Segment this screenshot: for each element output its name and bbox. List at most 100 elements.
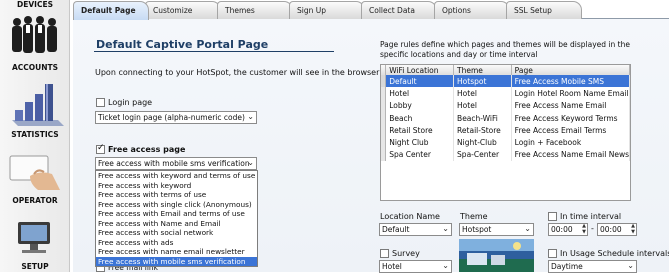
- table-row[interactable]: Lobby Hotel Free Access Name Email: [381, 99, 630, 112]
- dropdown-option[interactable]: Free access with keyword: [96, 181, 257, 191]
- table-row[interactable]: Hotel Hotel Login Hotel Room Name Email: [381, 87, 630, 100]
- dropdown-option-selected[interactable]: Free access with mobile sms verification: [96, 256, 257, 266]
- usage-schedule-select[interactable]: Daytime ⌄: [548, 260, 637, 273]
- dropdown-option[interactable]: Free access with social network: [96, 228, 257, 238]
- dropdown-option[interactable]: Free access with Name and Email: [96, 219, 257, 229]
- nav-operator-label: OPERATOR: [12, 196, 58, 205]
- column-header-location[interactable]: WiFi Location: [385, 65, 455, 75]
- nav-setup-label: SETUP: [21, 262, 49, 271]
- usage-schedule-label: In Usage Schedule intervals: [560, 249, 669, 258]
- free-access-select[interactable]: Free access with mobile sms verification…: [95, 157, 257, 170]
- location-name-select[interactable]: Default ⌄: [379, 223, 452, 236]
- table-row[interactable]: Default Hotspot Free Access Mobile SMS: [381, 75, 630, 88]
- cell-page: Free Access Name Email: [511, 99, 630, 112]
- cell-page: Login Hotel Room Name Email: [511, 87, 630, 100]
- page-rules-table[interactable]: WiFi Location Theme Page Default Hotspot…: [380, 64, 631, 201]
- survey-value: Hotel: [382, 262, 402, 271]
- dropdown-option[interactable]: Free access with name email newsletter: [96, 247, 257, 257]
- free-access-dropdown-list: Free access with keyword and terms of us…: [95, 170, 258, 267]
- free-access-checkbox-row[interactable]: Free access page: [96, 143, 186, 154]
- time-to-stepper[interactable]: 00:00 ▲ ▼: [597, 223, 637, 236]
- time-to-value: 00:00: [600, 225, 622, 234]
- table-row[interactable]: Spa Center Spa-Center Free Access Name E…: [381, 148, 630, 162]
- table-row[interactable]: Night Club Night-Club Login + Facebook: [381, 136, 630, 149]
- dropdown-option[interactable]: Free access with terms of use: [96, 190, 257, 200]
- nav-statistics-label: STATISTICS: [11, 130, 59, 139]
- cell-location: Beach: [385, 111, 455, 125]
- cell-page: Free Access Mobile SMS: [511, 75, 630, 88]
- chevron-down-icon: ⌄: [247, 158, 254, 167]
- time-interval-checkbox[interactable]: [548, 212, 557, 221]
- free-access-checkbox[interactable]: [96, 143, 105, 154]
- column-header-page[interactable]: Page: [511, 65, 630, 75]
- survey-select[interactable]: Hotel ⌄: [379, 260, 452, 273]
- survey-row[interactable]: Survey: [380, 249, 420, 258]
- nav-statistics[interactable]: STATISTICS: [0, 130, 70, 139]
- usage-schedule-value: Daytime: [551, 262, 583, 271]
- chevron-down-icon: ⌄: [627, 261, 634, 270]
- tab-label: Sign Up: [297, 6, 326, 15]
- cell-page: Login + Facebook: [511, 136, 630, 149]
- usage-schedule-row[interactable]: In Usage Schedule intervals: [548, 249, 669, 258]
- cell-location: Default: [385, 75, 455, 88]
- operator-card-icon: [0, 150, 70, 194]
- stepper-arrows-icon: ▲ ▼: [582, 223, 586, 235]
- chevron-down-icon: ⌄: [442, 261, 449, 270]
- cell-theme: Spa-Center: [453, 148, 512, 162]
- login-page-select[interactable]: Ticket login page (alpha-numeric code) ⌄: [95, 111, 257, 124]
- table-row[interactable]: Retail Store Retail-Store Free Access Em…: [381, 124, 630, 137]
- cell-location: Spa Center: [385, 148, 455, 162]
- dropdown-option[interactable]: Free access with single click (Anonymous…: [96, 200, 257, 210]
- nav-devices-label: DEVICES: [17, 0, 53, 9]
- cell-page: Free Access Name Email News: [511, 148, 630, 162]
- tab-label: SSL Setup: [514, 6, 552, 15]
- nav-operator[interactable]: OPERATOR: [0, 196, 70, 205]
- tab-themes[interactable]: Themes: [217, 1, 293, 19]
- chevron-down-icon: ⌄: [524, 224, 531, 233]
- survey-label: Survey: [392, 249, 420, 258]
- accounts-people-icon: [0, 12, 70, 62]
- cell-theme: Hotel: [453, 87, 512, 100]
- stepper-arrows-icon: ▲ ▼: [631, 223, 635, 235]
- nav-devices[interactable]: DEVICES: [0, 0, 70, 9]
- cell-theme: Hotspot: [453, 75, 512, 88]
- login-page-checkbox[interactable]: [96, 98, 105, 107]
- cell-location: Retail Store: [385, 124, 455, 137]
- login-page-label: Login page: [108, 98, 153, 107]
- time-from-value: 00:00: [551, 225, 573, 234]
- survey-checkbox[interactable]: [380, 249, 389, 258]
- login-page-checkbox-row[interactable]: Login page: [96, 98, 152, 107]
- rules-description: Page rules define which pages and themes…: [380, 40, 630, 59]
- tab-options[interactable]: Options: [434, 1, 510, 19]
- dropdown-option[interactable]: Free access with ads: [96, 238, 257, 248]
- tab-default-page[interactable]: Default Page: [73, 1, 149, 20]
- theme-select[interactable]: Hotspot ⌄: [459, 223, 534, 236]
- table-header-row: WiFi Location Theme Page: [381, 65, 630, 75]
- tab-label: Themes: [225, 6, 255, 15]
- cell-theme: Hotel: [453, 99, 512, 112]
- cell-theme: Night-Club: [453, 136, 512, 149]
- cell-theme: Retail-Store: [453, 124, 512, 137]
- statistics-bar-icon: [0, 80, 70, 128]
- nav-setup[interactable]: SETUP: [0, 262, 70, 271]
- tab-label: Customize: [153, 6, 193, 15]
- time-from-stepper[interactable]: 00:00 ▲ ▼: [548, 223, 588, 236]
- cell-location: Lobby: [385, 99, 455, 112]
- title-underline: [94, 51, 334, 52]
- theme-preview-thumbnail: [459, 239, 534, 272]
- column-header-theme[interactable]: Theme: [453, 65, 512, 75]
- tab-ssl-setup[interactable]: SSL Setup: [506, 1, 582, 19]
- dropdown-option[interactable]: Free access with Email and terms of use: [96, 209, 257, 219]
- free-access-label: Free access page: [108, 145, 186, 154]
- usage-schedule-checkbox[interactable]: [548, 249, 557, 258]
- tab-sign-up[interactable]: Sign Up: [289, 1, 365, 19]
- tab-collect-data[interactable]: Collect Data: [361, 1, 437, 19]
- chevron-down-icon: ⌄: [442, 224, 449, 233]
- dropdown-option[interactable]: Free access with keyword and terms of us…: [96, 171, 257, 181]
- nav-accounts[interactable]: ACCOUNTS: [0, 63, 70, 72]
- login-page-select-value: Ticket login page (alpha-numeric code): [98, 113, 245, 122]
- cell-page: Free Access Email Terms: [511, 124, 630, 137]
- time-interval-row[interactable]: In time interval: [548, 212, 621, 221]
- table-row[interactable]: Beach Beach-WiFi Free Access Keyword Ter…: [381, 111, 630, 125]
- tab-customize[interactable]: Customize: [145, 1, 221, 19]
